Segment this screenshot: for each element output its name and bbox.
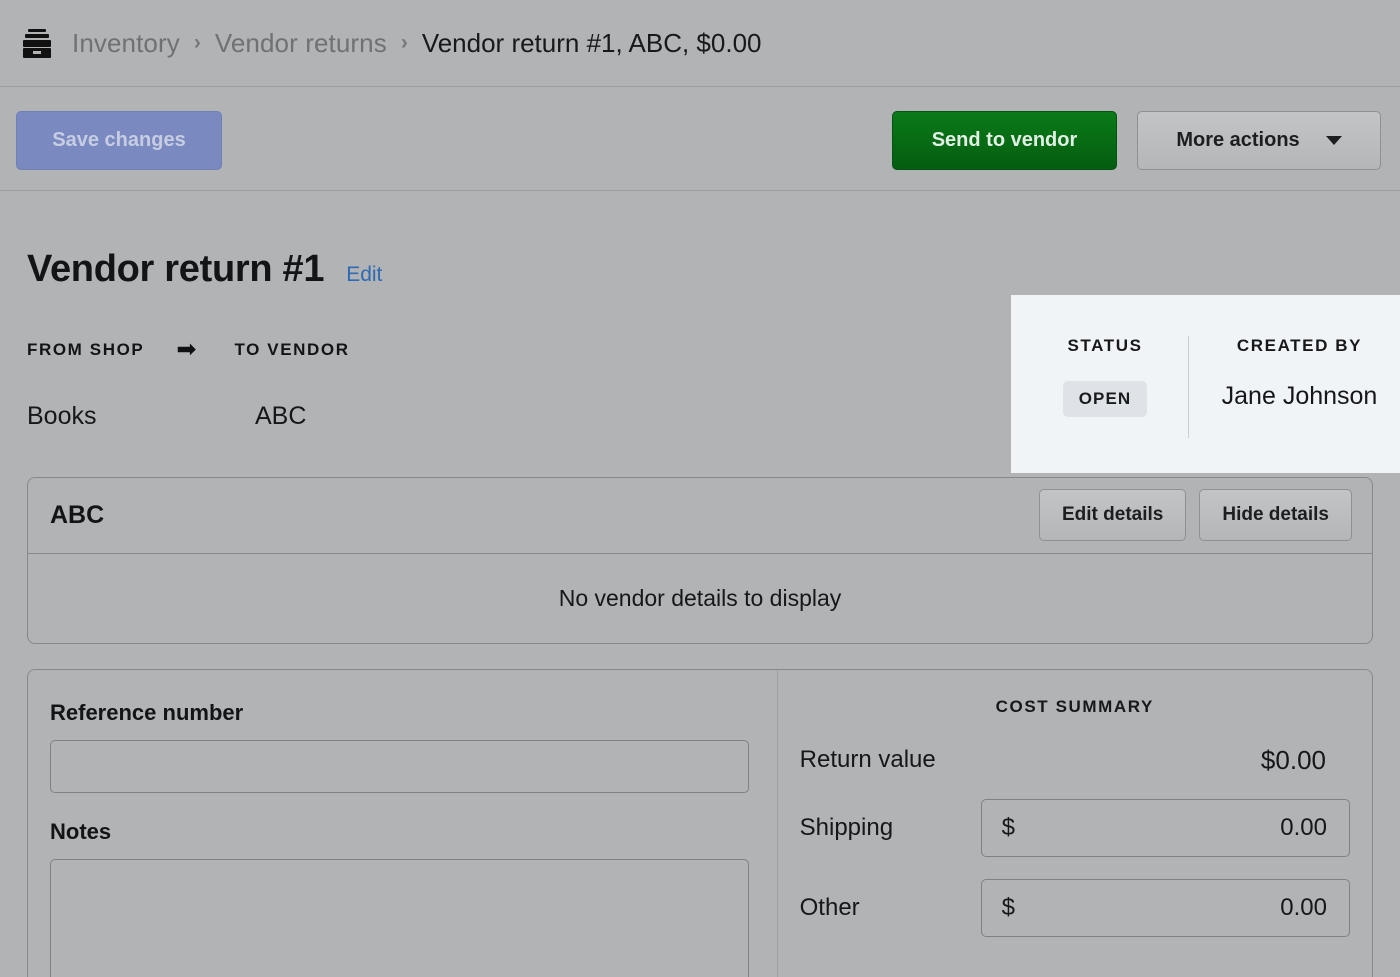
return-details-form: Reference number Notes xyxy=(28,670,778,977)
arrow-right-icon: ➡ xyxy=(176,338,196,362)
vendor-name: ABC xyxy=(50,501,104,530)
breadcrumb-item-current: Vendor return #1, ABC, $0.00 xyxy=(422,28,762,59)
save-changes-button[interactable]: Save changes xyxy=(16,111,222,170)
from-shop-label: FROM SHOP xyxy=(27,340,144,360)
other-input[interactable] xyxy=(1015,893,1329,923)
chevron-right-icon: › xyxy=(401,31,408,55)
breadcrumb-item-inventory[interactable]: Inventory xyxy=(72,28,180,59)
created-by-value: Jane Johnson xyxy=(1222,382,1378,411)
vendor-details-card: ABC Edit details Hide details No vendor … xyxy=(27,477,1373,644)
vendor-card-actions: Edit details Hide details xyxy=(1039,489,1352,541)
page-title-row: Vendor return #1 Edit xyxy=(27,248,382,291)
inventory-box-icon xyxy=(22,28,52,58)
status-panel: STATUS OPEN CREATED BY Jane Johnson xyxy=(1011,295,1400,473)
cost-summary-section: COST SUMMARY Return value $0.00 Shipping… xyxy=(778,670,1372,977)
to-vendor-value: ABC xyxy=(255,402,306,431)
vendor-empty-message: No vendor details to display xyxy=(559,585,842,612)
from-shop-value: Books xyxy=(27,402,255,431)
reference-number-label: Reference number xyxy=(50,700,749,726)
dollar-sign-icon: $ xyxy=(1002,894,1015,922)
vendor-return-page: Inventory › Vendor returns › Vendor retu… xyxy=(0,0,1400,977)
cost-row-other: Other $ xyxy=(800,879,1350,937)
hide-details-button[interactable]: Hide details xyxy=(1199,489,1352,541)
shipping-input-wrapper[interactable]: $ xyxy=(981,799,1350,857)
status-heading: STATUS xyxy=(1067,336,1142,356)
edit-title-link[interactable]: Edit xyxy=(346,263,382,287)
cost-summary-title: COST SUMMARY xyxy=(800,697,1350,717)
cost-row-shipping: Shipping $ xyxy=(800,799,1350,857)
notes-label: Notes xyxy=(50,819,749,845)
edit-details-button[interactable]: Edit details xyxy=(1039,489,1186,541)
chevron-down-icon xyxy=(1326,136,1342,145)
send-to-vendor-button[interactable]: Send to vendor xyxy=(892,111,1117,170)
more-actions-label: More actions xyxy=(1176,129,1299,152)
created-by-heading: CREATED BY xyxy=(1237,336,1362,356)
other-label: Other xyxy=(800,894,981,922)
notes-textarea[interactable] xyxy=(50,859,749,977)
status-badge: OPEN xyxy=(1063,381,1148,417)
chevron-right-icon: › xyxy=(194,31,201,55)
route-headings: FROM SHOP ➡ TO VENDOR xyxy=(27,338,350,362)
shipping-input[interactable] xyxy=(1015,813,1329,843)
vendor-card-header: ABC Edit details Hide details xyxy=(28,478,1372,554)
more-actions-button[interactable]: More actions xyxy=(1137,111,1381,170)
breadcrumb-item-vendor-returns[interactable]: Vendor returns xyxy=(215,28,387,59)
page-title: Vendor return #1 xyxy=(27,248,324,291)
breadcrumb-bar: Inventory › Vendor returns › Vendor retu… xyxy=(0,0,1400,87)
route-values: Books ABC xyxy=(27,402,306,431)
shipping-label: Shipping xyxy=(800,814,981,842)
created-by-column: CREATED BY Jane Johnson xyxy=(1199,295,1400,411)
return-details-card: Reference number Notes COST SUMMARY Retu… xyxy=(27,669,1373,977)
cost-row-return-value: Return value $0.00 xyxy=(800,743,1350,777)
return-value-label: Return value xyxy=(800,746,981,774)
dollar-sign-icon: $ xyxy=(1002,814,1015,842)
reference-number-input[interactable] xyxy=(50,740,749,793)
status-column: STATUS OPEN xyxy=(1011,295,1199,417)
return-value-amount: $0.00 xyxy=(981,745,1350,776)
vendor-card-body: No vendor details to display xyxy=(28,554,1372,643)
to-vendor-label: TO VENDOR xyxy=(234,340,349,360)
other-input-wrapper[interactable]: $ xyxy=(981,879,1350,937)
status-panel-divider xyxy=(1188,336,1189,438)
